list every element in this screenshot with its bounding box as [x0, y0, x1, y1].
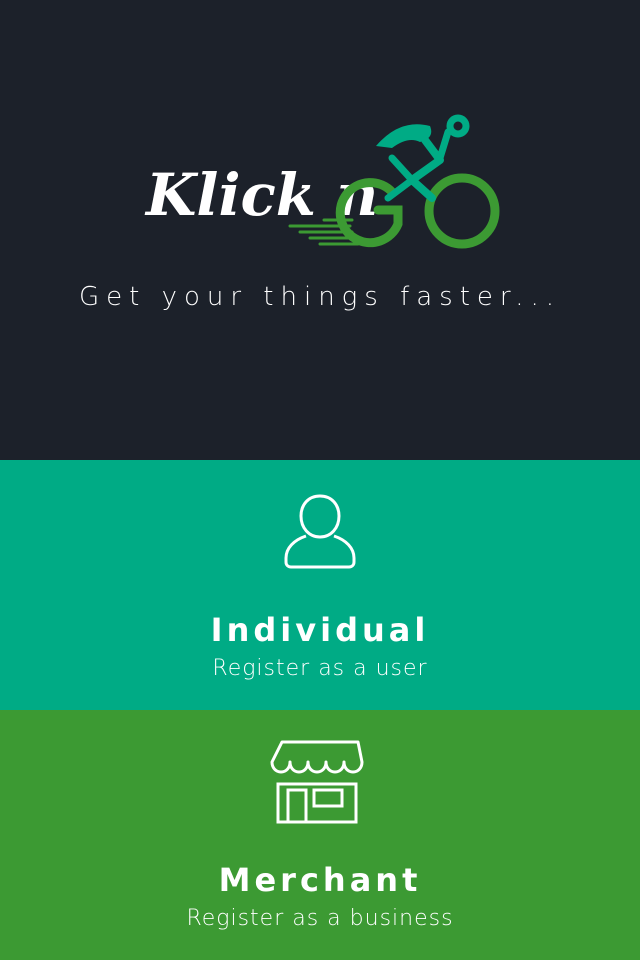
merchant-title: Merchant [218, 861, 422, 899]
registration-screen: Klick n Get your things faster... Indivi… [0, 0, 640, 960]
merchant-subtitle: Register as a business [186, 906, 454, 931]
individual-option-button[interactable]: Individual Register as a user [0, 460, 640, 710]
app-logo: Klick n [140, 108, 510, 253]
hero-header: Klick n Get your things faster... [0, 0, 640, 460]
storefront-icon [270, 740, 364, 824]
individual-subtitle: Register as a user [212, 656, 428, 681]
merchant-option-button[interactable]: Merchant Register as a business [0, 710, 640, 960]
app-tagline: Get your things faster... [78, 282, 562, 312]
cyclist-go-logo-icon [288, 114, 500, 249]
individual-title: Individual [210, 611, 430, 649]
user-icon [284, 494, 356, 569]
